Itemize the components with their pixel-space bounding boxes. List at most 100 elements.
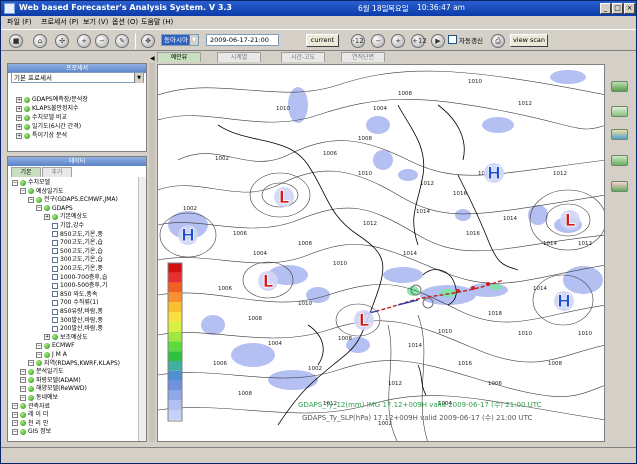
play-icon[interactable]: ▶ bbox=[431, 34, 445, 48]
checkbox[interactable] bbox=[52, 248, 58, 255]
zoom-out-icon[interactable]: − bbox=[95, 34, 109, 48]
expand-icon[interactable]: − bbox=[20, 385, 26, 392]
home-icon[interactable]: ⌂ bbox=[33, 34, 47, 48]
expand-icon[interactable]: − bbox=[36, 342, 42, 349]
close-button[interactable]: × bbox=[624, 3, 635, 14]
checkbox[interactable] bbox=[52, 231, 58, 238]
tree-item[interactable]: 500고도,기온,습 bbox=[52, 248, 103, 256]
expand-icon[interactable]: − bbox=[12, 420, 18, 427]
expand-icon[interactable]: − bbox=[12, 411, 18, 418]
expand-icon[interactable]: − bbox=[20, 368, 26, 375]
menu-help[interactable]: 도움말 (H) bbox=[141, 17, 173, 27]
tree-item[interactable]: 850 와도,풍속 bbox=[52, 291, 97, 299]
processor-item[interactable]: + 특이기상 분석 bbox=[16, 132, 67, 140]
pan-icon[interactable]: ✥ bbox=[141, 34, 155, 48]
tab-time-height[interactable]: 시간-고도 bbox=[281, 52, 325, 62]
tree-item[interactable]: 300발산,바람,풍 bbox=[52, 317, 103, 325]
chart-icon[interactable] bbox=[611, 129, 628, 140]
stop-icon[interactable]: ■ bbox=[9, 34, 23, 48]
checkbox[interactable] bbox=[52, 274, 58, 281]
layers-icon[interactable]: ✣ bbox=[55, 34, 69, 48]
expand-icon[interactable]: − bbox=[12, 179, 18, 186]
tree-item[interactable]: − GDAPS bbox=[36, 205, 73, 213]
expand-icon[interactable]: − bbox=[28, 196, 34, 203]
tree-item[interactable]: − 해양모델(ReWWD) bbox=[20, 385, 87, 393]
checkbox[interactable] bbox=[52, 265, 58, 272]
menu-file[interactable]: 파일 (F) bbox=[7, 17, 32, 27]
checkbox[interactable] bbox=[52, 317, 58, 324]
animation-icon[interactable] bbox=[611, 181, 628, 192]
auto-refresh-checkbox[interactable] bbox=[448, 35, 457, 44]
zoom-in-icon[interactable]: + bbox=[77, 34, 91, 48]
expand-icon[interactable]: + bbox=[16, 105, 22, 112]
tree-item[interactable]: 기압,강수 bbox=[52, 222, 84, 230]
maximize-button[interactable]: □ bbox=[612, 3, 623, 14]
expand-icon[interactable]: + bbox=[16, 132, 22, 139]
panel-splitter[interactable]: ◀ bbox=[149, 55, 155, 442]
expand-icon[interactable]: − bbox=[12, 428, 18, 435]
tree-item[interactable]: 200발산,바람,풍 bbox=[52, 325, 103, 333]
expand-icon[interactable]: − bbox=[28, 360, 34, 367]
tab-timeseries[interactable]: 시계열 bbox=[217, 52, 261, 62]
tree-item[interactable]: 300고도,기온,습 bbox=[52, 256, 103, 264]
view-scan-button[interactable]: view scan bbox=[510, 34, 548, 47]
step-forward-12-button[interactable]: +12 bbox=[411, 34, 427, 48]
checkbox[interactable] bbox=[52, 325, 58, 332]
tree-item[interactable]: 1000-700층후,습 bbox=[52, 274, 107, 282]
tree-item[interactable]: − 지역(RDAPS,KWRF,KLAPS) bbox=[28, 360, 120, 368]
tree-item[interactable]: − 분석일기도 bbox=[20, 368, 64, 376]
checkbox[interactable] bbox=[52, 239, 58, 246]
expand-icon[interactable]: − bbox=[20, 394, 26, 401]
checkbox[interactable] bbox=[52, 291, 58, 298]
checkbox[interactable] bbox=[52, 222, 58, 229]
processor-item[interactable]: + 일기도(6시간 간격) bbox=[16, 123, 81, 131]
tab-extra[interactable]: 추가 bbox=[42, 167, 72, 177]
expand-icon[interactable]: + bbox=[16, 114, 22, 121]
step-forward-button[interactable]: + bbox=[391, 34, 405, 48]
region-select[interactable]: 동아시아 ▼ bbox=[161, 34, 199, 46]
expand-icon[interactable]: + bbox=[44, 334, 50, 341]
processor-item[interactable]: + GDAPS예측장/분석장 bbox=[16, 96, 88, 104]
processor-item[interactable]: + 수치모델 비교 bbox=[16, 114, 67, 122]
edit-icon[interactable]: ✎ bbox=[115, 34, 129, 48]
tree-item[interactable]: − 관측자료 bbox=[12, 403, 50, 411]
layer-toggle-icon[interactable] bbox=[611, 81, 628, 92]
expand-icon[interactable]: − bbox=[36, 205, 42, 212]
tab-map-view[interactable]: 예만뷰 bbox=[157, 52, 201, 62]
tree-item[interactable]: − J M A bbox=[36, 351, 67, 359]
checkbox[interactable] bbox=[52, 282, 58, 289]
overlay-icon[interactable] bbox=[611, 106, 628, 117]
tree-item[interactable]: − 예상일기도 bbox=[20, 188, 64, 196]
processor-select[interactable]: 기본 프로세서 ▼ bbox=[11, 72, 144, 83]
tree-item[interactable]: − ECMWF bbox=[36, 342, 75, 350]
expand-icon[interactable]: + bbox=[16, 123, 22, 130]
tab-cross-section[interactable]: 연직단면 bbox=[341, 52, 385, 62]
expand-icon[interactable]: − bbox=[12, 403, 18, 410]
expand-icon[interactable]: − bbox=[20, 188, 26, 195]
checkbox[interactable] bbox=[52, 299, 58, 306]
tree-item[interactable]: + 보조예상도 bbox=[44, 334, 88, 342]
tree-item[interactable]: 700 수직류(1) bbox=[52, 299, 98, 307]
tree-item[interactable]: 850유량,바람,풍 bbox=[52, 308, 103, 316]
checkbox[interactable] bbox=[52, 256, 58, 263]
current-button[interactable]: current bbox=[306, 34, 339, 47]
tab-basic[interactable]: 기본 bbox=[11, 167, 41, 177]
tree-item[interactable]: − 동네예보 bbox=[20, 394, 58, 402]
expand-icon[interactable]: + bbox=[16, 96, 22, 103]
tree-item[interactable]: + 기본예상도 bbox=[44, 213, 88, 221]
menu-view[interactable]: 보기 (V) bbox=[83, 17, 108, 27]
filter-icon[interactable] bbox=[611, 155, 628, 166]
weather-map[interactable]: 1010 1002 1006 1008 1004 1008 1010 1012 1002 1006… bbox=[157, 64, 605, 442]
tree-item[interactable]: − GIS 정보 bbox=[12, 428, 51, 436]
print-icon[interactable]: ⎙ bbox=[491, 34, 505, 48]
menu-options[interactable]: 옵션 (O) bbox=[112, 17, 138, 27]
expand-icon[interactable]: + bbox=[44, 213, 50, 220]
tree-item[interactable]: 200고도,기온,풍 bbox=[52, 265, 103, 273]
step-back-12-button[interactable]: -12 bbox=[351, 34, 365, 48]
tree-item[interactable]: − 전구(GDAPS,ECMWF,JMA) bbox=[28, 196, 118, 204]
expand-icon[interactable]: − bbox=[20, 377, 26, 384]
tree-item[interactable]: − 레 이 더 bbox=[12, 411, 48, 419]
tree-item[interactable]: 700고도,기온,습 bbox=[52, 239, 103, 247]
tree-item[interactable]: − 수치모델 bbox=[12, 179, 50, 187]
expand-icon[interactable]: − bbox=[36, 351, 42, 358]
